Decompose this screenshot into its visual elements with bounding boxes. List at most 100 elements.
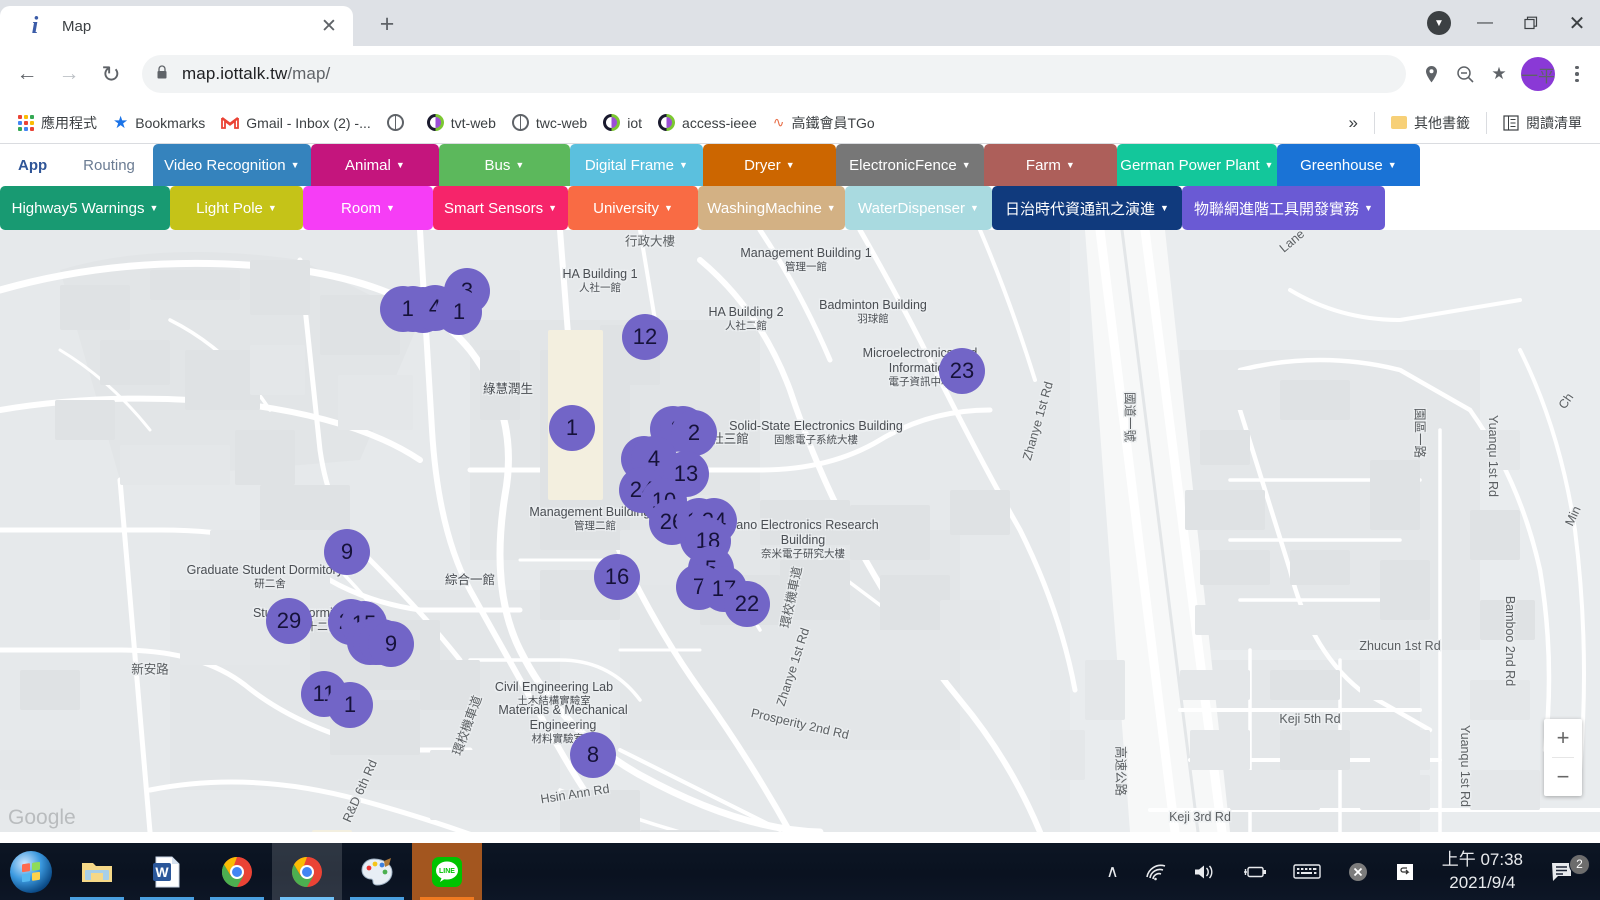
close-window-button[interactable]: ✕: [1554, 0, 1600, 46]
taskbar-item-paint[interactable]: [342, 843, 412, 900]
volume-icon[interactable]: [1180, 863, 1228, 881]
bookmark-thsr-tgo[interactable]: ∿ 高鐵會員TGo: [765, 109, 883, 137]
battery-icon[interactable]: [1228, 864, 1280, 880]
taskbar-item-file-explorer[interactable]: [62, 843, 132, 900]
keyboard-icon[interactable]: [1280, 863, 1334, 880]
iot-logo-icon: [658, 114, 675, 131]
maximize-button[interactable]: [1508, 0, 1554, 46]
map-marker[interactable]: 9: [324, 529, 370, 575]
map-building-block: [1370, 460, 1420, 530]
map-marker[interactable]: 9: [368, 621, 414, 667]
reload-button[interactable]: ↻: [90, 53, 132, 95]
map-marker-value: 9: [385, 631, 397, 657]
minimize-button[interactable]: —: [1462, 0, 1508, 46]
bookmark-bookmarks[interactable]: ★ Bookmarks: [105, 109, 213, 137]
nav-dropdown-greenhouse[interactable]: Greenhouse ▼: [1277, 144, 1420, 186]
downloads-button[interactable]: ▼: [1416, 0, 1462, 46]
nav-dropdown-smart-sensors[interactable]: Smart Sensors ▼: [433, 186, 568, 230]
nav-dropdown-washingmachine[interactable]: WashingMachine ▼: [698, 186, 845, 230]
location-icon[interactable]: [1414, 57, 1448, 91]
zoom-in-button[interactable]: +: [1544, 719, 1582, 757]
maximize-icon: [1524, 16, 1539, 31]
nav-dropdown-label: WashingMachine: [707, 200, 822, 217]
map-place-label: Management Building 1 管理一館: [716, 246, 896, 274]
other-bookmarks-button[interactable]: 其他書籤: [1383, 109, 1478, 137]
bookmark-iot[interactable]: iot: [595, 110, 650, 135]
bookmark-star-icon[interactable]: ★: [1482, 57, 1516, 91]
taskbar-item-word[interactable]: W: [132, 843, 202, 900]
close-circle-icon[interactable]: [1334, 861, 1382, 883]
back-button[interactable]: ←: [6, 53, 48, 95]
map-marker[interactable]: 16: [594, 554, 640, 600]
browser-tab[interactable]: i Map ✕: [0, 6, 353, 46]
map-building-block: [1370, 730, 1430, 770]
taskbar-item-line[interactable]: LINE: [412, 843, 482, 900]
nav-dropdown-[interactable]: 物聯網進階工具開發實務 ▼: [1182, 186, 1385, 230]
place-label-en: HA Building 2: [708, 305, 783, 319]
nav-dropdown-room[interactable]: Room ▼: [303, 186, 433, 230]
chevron-down-icon: ▼: [548, 203, 557, 213]
notification-center-button[interactable]: 2: [1537, 861, 1594, 883]
wifi-icon[interactable]: [1132, 863, 1180, 881]
place-label-en: 綜合一館: [445, 573, 495, 587]
new-tab-button[interactable]: +: [367, 4, 407, 44]
map-building-block: [940, 600, 1000, 650]
avatar[interactable]: 一平: [1521, 57, 1555, 91]
nav-dropdown-waterdispenser[interactable]: WaterDispenser ▼: [845, 186, 992, 230]
chrome-icon: [221, 856, 253, 888]
star-icon: ★: [113, 113, 128, 133]
map-building-block: [640, 830, 720, 832]
map-building-block: [1270, 605, 1350, 635]
map-marker[interactable]: 1: [436, 289, 482, 335]
map-marker[interactable]: 8: [570, 732, 616, 778]
nav-dropdown-bus[interactable]: Bus ▼: [439, 144, 570, 186]
close-icon[interactable]: ✕: [315, 12, 343, 40]
browser-tab-strip: i Map ✕ + ▼ — ✕: [0, 0, 1600, 46]
nav-dropdown-electronicfence[interactable]: ElectronicFence ▼: [836, 144, 984, 186]
taskbar-item-chrome[interactable]: [202, 843, 272, 900]
ime-icon[interactable]: [1382, 862, 1428, 882]
zoom-out-button[interactable]: −: [1544, 758, 1582, 796]
start-button[interactable]: [0, 843, 62, 900]
map-canvas[interactable]: HA Building 1 人社一館 Management Building 1 管理…: [0, 230, 1600, 832]
nav-dropdown-video-recognition[interactable]: Video Recognition ▼: [153, 144, 311, 186]
nav-dropdown-animal[interactable]: Animal ▼: [311, 144, 439, 186]
bookmark-access-ieee[interactable]: access-ieee: [650, 110, 765, 135]
map-marker-value: 1: [566, 415, 578, 441]
map-marker[interactable]: 22: [724, 581, 770, 627]
chrome-menu-icon[interactable]: [1560, 57, 1594, 91]
tray-chevron-up-icon[interactable]: ∧: [1093, 862, 1131, 882]
nav-dropdown-digital-frame[interactable]: Digital Frame ▼: [570, 144, 703, 186]
map-marker[interactable]: 12: [622, 314, 668, 360]
bookmark-apps[interactable]: 應用程式: [10, 109, 105, 137]
nav-item-routing[interactable]: Routing: [65, 144, 153, 186]
place-label-en: 綠慧潤生: [483, 382, 533, 396]
forward-button[interactable]: →: [48, 53, 90, 95]
zoom-out-icon[interactable]: [1448, 57, 1482, 91]
map-marker[interactable]: 29: [266, 598, 312, 644]
nav-dropdown-light-pole[interactable]: Light Pole ▼: [170, 186, 303, 230]
map-marker[interactable]: 1: [327, 682, 373, 728]
bookmark-tvt-web[interactable]: tvt-web: [419, 110, 504, 135]
map-marker[interactable]: 23: [939, 348, 985, 394]
place-label-cn: 奈米電子研究大樓: [713, 548, 893, 561]
nav-item-app[interactable]: App: [0, 144, 65, 186]
nav-dropdown-dryer[interactable]: Dryer ▼: [703, 144, 836, 186]
nav-dropdown-[interactable]: 日治時代資通訊之演進 ▼: [992, 186, 1182, 230]
bookmark-gmail[interactable]: Gmail - Inbox (2) -...: [213, 111, 378, 135]
bookmark-twc-web[interactable]: twc-web: [504, 110, 595, 135]
map-marker[interactable]: 1: [549, 405, 595, 451]
nav-dropdown-farm[interactable]: Farm ▼: [984, 144, 1117, 186]
bookmarks-overflow-button[interactable]: »: [1341, 109, 1366, 137]
bookmark-globe-1[interactable]: [379, 110, 419, 135]
taskbar-clock[interactable]: 上午 07:38 2021/9/4: [1428, 849, 1537, 895]
nav-dropdown-university[interactable]: University ▼: [568, 186, 698, 230]
nav-dropdown-label: Dryer: [744, 157, 781, 174]
address-bar[interactable]: map.iottalk.tw/map/: [142, 55, 1406, 93]
nav-dropdown-german-power-plant[interactable]: German Power Plant ▼: [1117, 144, 1277, 186]
reading-list-button[interactable]: 閱讀清單: [1495, 109, 1590, 137]
map-road-label: 新安路: [131, 659, 169, 678]
taskbar-item-chrome-active[interactable]: [272, 843, 342, 900]
nav-dropdown-highway5-warnings[interactable]: Highway5 Warnings ▼: [0, 186, 170, 230]
map-marker[interactable]: 2: [671, 410, 717, 456]
